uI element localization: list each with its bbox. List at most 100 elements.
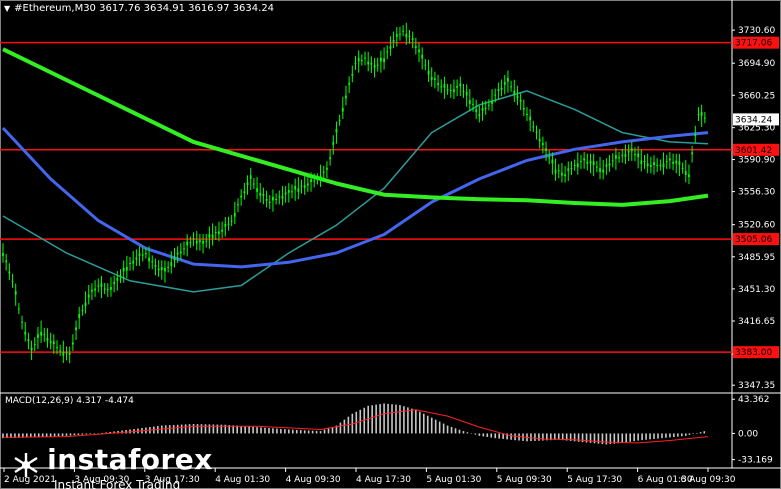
candle-body <box>694 134 697 136</box>
candle-body <box>275 198 278 200</box>
candle-body <box>240 195 243 198</box>
time-tick-label: 4 Aug 17:30 <box>356 475 411 485</box>
candle-body <box>297 188 300 192</box>
price-tick-label: 3416.65 <box>738 317 775 327</box>
candle-body <box>545 148 547 152</box>
candle-body <box>160 267 163 271</box>
macd-histogram-bar <box>371 405 373 434</box>
dropdown-triangle-icon[interactable]: ▼ <box>4 4 10 13</box>
macd-histogram-bar <box>248 426 250 434</box>
candle-body <box>561 172 563 176</box>
level-price-label: 3383.00 <box>735 348 772 358</box>
candle-body <box>503 81 506 85</box>
macd-tick-label: -33.169 <box>738 456 773 466</box>
macd-histogram-bar <box>49 433 52 437</box>
macd-histogram-bar <box>450 426 453 434</box>
candle-body <box>497 89 500 91</box>
candle-body <box>179 251 182 254</box>
price-tick-label: 3556.30 <box>738 188 775 198</box>
candle-body <box>338 120 341 122</box>
candle-body <box>411 38 414 40</box>
candle-body <box>475 109 478 113</box>
candle-body <box>71 342 74 345</box>
candle-body <box>599 168 601 172</box>
level-price-label: 3505.06 <box>735 235 772 245</box>
macd-histogram-bar <box>200 424 203 434</box>
macd-histogram-bar <box>688 433 691 435</box>
candle-body <box>52 341 55 345</box>
price-chart[interactable]: 3730.603694.903660.253625.303590.903556.… <box>0 0 781 489</box>
candle-body <box>589 160 592 164</box>
macd-histogram-bar <box>196 424 199 434</box>
macd-histogram-bar <box>692 433 694 434</box>
candle-body <box>592 161 595 166</box>
candle-body <box>138 253 141 257</box>
macd-histogram-bar <box>677 433 679 437</box>
candle-body <box>233 212 236 217</box>
candle-body <box>192 238 195 240</box>
candle-body <box>446 89 449 91</box>
candle-body <box>208 233 211 238</box>
macd-histogram-bar <box>434 419 437 434</box>
macd-histogram-bar <box>633 433 635 442</box>
price-tick-label: 3520.60 <box>738 221 775 231</box>
candle-body <box>491 100 493 104</box>
macd-histogram-bar <box>637 433 639 441</box>
candle-body <box>554 169 557 174</box>
candle-body <box>326 167 328 170</box>
candle-body <box>449 89 452 91</box>
candle-body <box>653 162 655 166</box>
candle-body <box>272 196 274 201</box>
macd-histogram-bar <box>466 432 469 434</box>
time-tick-label: 5 Aug 17:30 <box>567 475 622 485</box>
candle-body <box>516 95 519 99</box>
macd-histogram-bar <box>490 433 493 438</box>
candle-body <box>110 287 112 290</box>
macd-histogram-bar <box>415 409 417 434</box>
candle-body <box>373 64 376 68</box>
macd-histogram-bar <box>510 433 512 440</box>
candle-body <box>481 108 484 111</box>
macd-histogram-bar <box>665 433 667 438</box>
candle-body <box>392 39 395 42</box>
candle-body <box>157 268 160 271</box>
macd-histogram-bar <box>534 433 536 441</box>
macd-histogram-bar <box>391 404 393 434</box>
candle-body <box>56 347 58 349</box>
candle-body <box>494 94 497 96</box>
macd-histogram-bar <box>252 426 254 434</box>
macd-histogram-bar <box>295 429 298 434</box>
macd-histogram-bar <box>605 433 608 445</box>
candle-body <box>646 163 649 167</box>
macd-histogram-bar <box>343 419 346 434</box>
macd-histogram-bar <box>446 425 449 434</box>
candle-body <box>510 86 513 88</box>
macd-histogram-bar <box>458 429 461 434</box>
candle-body <box>576 163 579 168</box>
candle-body <box>662 163 665 168</box>
candle-body <box>211 234 214 239</box>
macd-histogram-bar <box>641 433 643 441</box>
candle-body <box>668 158 671 161</box>
macd-histogram-bar <box>61 433 64 437</box>
macd-histogram-bar <box>319 431 322 434</box>
candle-body <box>87 294 90 298</box>
candle-body <box>17 308 20 310</box>
candle-body <box>335 128 338 133</box>
candle-body <box>522 107 525 110</box>
candle-body <box>595 166 598 168</box>
macd-histogram-bar <box>403 406 405 434</box>
candle-body <box>316 178 319 180</box>
candle-body <box>81 310 84 312</box>
candle-body <box>332 142 335 145</box>
macd-histogram-bar <box>653 433 655 439</box>
macd-histogram-bar <box>323 429 326 434</box>
candle-body <box>414 46 417 48</box>
candle-body <box>227 223 230 225</box>
candle-body <box>402 30 405 32</box>
candle-body <box>265 198 268 201</box>
macd-histogram-bar <box>315 430 318 434</box>
macd-histogram-bar <box>462 431 465 434</box>
level-price-label: 3601.42 <box>735 146 772 156</box>
candle-body <box>580 161 582 162</box>
